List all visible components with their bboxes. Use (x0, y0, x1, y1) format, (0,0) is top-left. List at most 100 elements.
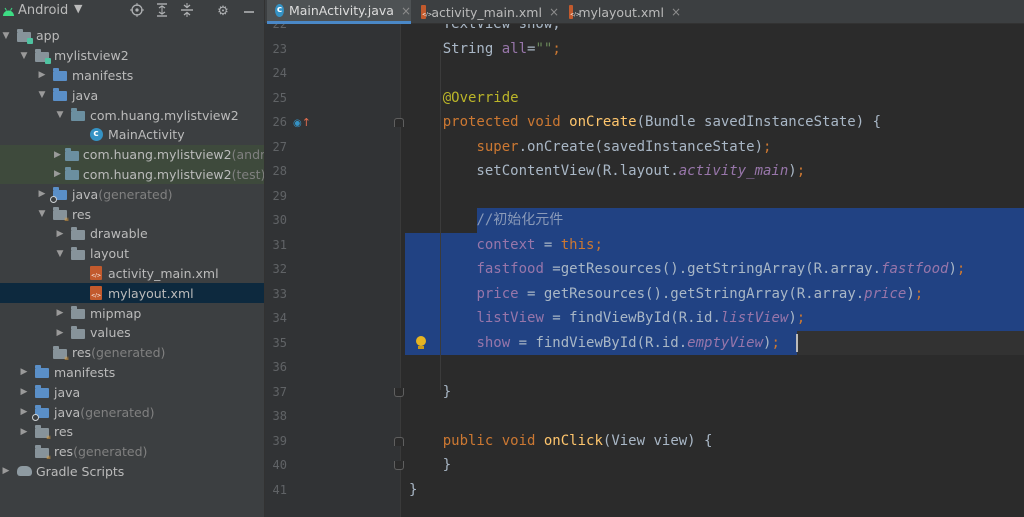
close-icon[interactable]: × (401, 4, 411, 18)
fold-start-icon[interactable] (394, 118, 404, 127)
bulb-base (418, 345, 424, 349)
collapsed-arrow-icon[interactable]: ▶ (54, 328, 66, 338)
tree-item[interactable]: activity_main.xml (0, 264, 264, 284)
tree-item[interactable]: ▶ java (generated) (0, 184, 264, 204)
tree-item-label: drawable (90, 226, 148, 242)
lightbulb-icon[interactable] (415, 335, 427, 350)
generated-folder-icon (50, 187, 68, 204)
fold-end-icon[interactable] (394, 461, 404, 470)
tree-item[interactable]: ▶ manifests (0, 66, 264, 86)
expanded-arrow-icon[interactable]: ▼ (36, 90, 48, 100)
collapsed-arrow-icon[interactable]: ▶ (54, 150, 61, 160)
tree-item[interactable]: ▶ java (generated) (0, 402, 264, 422)
tree-item[interactable]: ▶ com.huang.mylistview2 (test) (0, 164, 265, 185)
close-icon[interactable]: × (549, 5, 559, 19)
code-text: } (409, 478, 417, 503)
collapsed-arrow-icon[interactable]: ▶ (18, 407, 30, 417)
code-token: (View view) { (602, 432, 713, 449)
tree-item[interactable]: ▼ java (0, 85, 264, 105)
locate-icon[interactable] (128, 3, 146, 21)
code-text: TextView show; (409, 24, 561, 37)
tree-item[interactable]: ▼ ≡ res (0, 204, 264, 224)
tree-item[interactable]: ▶ mipmap (0, 303, 264, 323)
collapsed-arrow-icon[interactable]: ▶ (36, 189, 48, 199)
collapsed-arrow-icon[interactable]: ▶ (0, 466, 12, 476)
project-view-selector[interactable]: Android (18, 3, 68, 18)
expanded-arrow-icon[interactable]: ▼ (54, 110, 66, 120)
collapsed-arrow-icon[interactable]: ▶ (18, 427, 30, 437)
collapse-all-icon[interactable] (178, 3, 196, 21)
folder-shape (53, 68, 67, 82)
tab-activity-main-xml[interactable]: activity_main.xml × (413, 0, 559, 24)
folder-shape (71, 246, 85, 260)
collapsed-arrow-icon[interactable]: ▶ (18, 367, 30, 377)
tree-item[interactable]: c MainActivity (0, 125, 264, 145)
class-badge: c (89, 128, 103, 142)
tab-mylayout-xml[interactable]: mylayout.xml × (561, 0, 681, 24)
fold-end-icon[interactable] (394, 387, 404, 397)
tree-item[interactable]: ▼ layout (0, 244, 264, 264)
tree-item-label: java (54, 404, 81, 420)
code-token: fastfood (881, 261, 949, 277)
code-token: ; (552, 40, 561, 57)
tree-item[interactable]: ▼ com.huang.mylistview2 (0, 105, 264, 125)
tree-item[interactable]: ▶ values (0, 323, 264, 343)
java-class-icon: c (88, 128, 104, 142)
collapsed-arrow-icon[interactable]: ▶ (54, 169, 61, 179)
fold-start-icon[interactable] (394, 436, 404, 446)
tree-item[interactable]: ≡ res (generated) (0, 442, 264, 462)
tree-item[interactable]: ▶ com.huang.mylistview2 (andro (0, 144, 264, 165)
collapsed-arrow-icon[interactable]: ▶ (54, 308, 66, 318)
collapsed-arrow-icon[interactable]: ▶ (36, 70, 48, 80)
collapsed-arrow-icon[interactable]: ▶ (18, 387, 30, 397)
expanded-arrow-icon[interactable]: ▼ (18, 51, 30, 61)
tree-item[interactable]: ▶ Gradle Scripts (0, 462, 264, 482)
tree-item-label: com.huang.mylistview2 (90, 107, 239, 123)
code-token: } (409, 481, 418, 498)
close-icon[interactable]: × (671, 5, 681, 19)
expand-all-icon[interactable] (153, 3, 171, 21)
tree-item[interactable]: ▼ mylistview2 (0, 46, 264, 66)
resource-folder-icon: ≡ (52, 207, 69, 223)
code-line: show = findViewById(R.id.emptyView); (265, 331, 1024, 356)
expanded-arrow-icon[interactable]: ▼ (0, 31, 12, 41)
code-token: //初始化元件 (476, 212, 564, 228)
text-cursor (796, 333, 798, 352)
tree-item[interactable]: ≡ res (generated) (0, 343, 264, 363)
tree-item[interactable]: ▶ manifests (0, 363, 264, 383)
hide-icon[interactable] (240, 3, 258, 21)
resource-folder-icon: ≡ (34, 444, 51, 460)
tree-item-label: res (54, 424, 74, 440)
code-token: super (476, 138, 519, 155)
collapsed-arrow-icon[interactable]: ▶ (54, 229, 66, 239)
tree-item-label: com.huang.mylistview2 (82, 147, 232, 163)
settings-icon[interactable]: ⚙ (214, 3, 232, 21)
chevron-down-icon[interactable]: ▼ (74, 2, 82, 15)
code-token: String (409, 40, 502, 57)
expanded-arrow-icon[interactable]: ▼ (36, 209, 48, 219)
code-editor[interactable]: 22 23 24 25 26 27 28 29 30 31 32 33 34 35 36 37 38 39 40 41… (265, 24, 1024, 517)
code-text: price = getResources().getStringArray(R.… (409, 282, 923, 307)
folder-shape (35, 385, 49, 399)
tab-mainactivity-java[interactable]: c MainActivity.java × (267, 0, 411, 24)
project-panel: Android ▼ ⚙ ▼ app ▼ mylistview2 ▶ manifests ▼ j… (0, 0, 265, 517)
xml-file-icon (421, 5, 434, 19)
tree-item-hint: (test) (231, 166, 265, 182)
editor-tabs: cMainActivity.java×activity_main.xml×myl… (265, 0, 1024, 24)
resource-badge: ≡ (63, 354, 69, 362)
tab-label: mylayout.xml (578, 4, 664, 20)
expanded-arrow-icon[interactable]: ▼ (54, 249, 66, 259)
code-token: = findViewById(R.id. (510, 334, 688, 351)
tree-item[interactable]: ▼ app (0, 26, 264, 46)
tree-item[interactable]: ▶ java (0, 382, 264, 402)
code-text: //初始化元件 (409, 208, 563, 233)
code-token: ; (796, 310, 806, 326)
tree-item[interactable]: ▶ ≡ res (0, 422, 264, 442)
tree-item[interactable]: ▶ drawable (0, 224, 264, 244)
code-token: ; (796, 163, 806, 179)
tree-item[interactable]: mylayout.xml (0, 283, 264, 304)
